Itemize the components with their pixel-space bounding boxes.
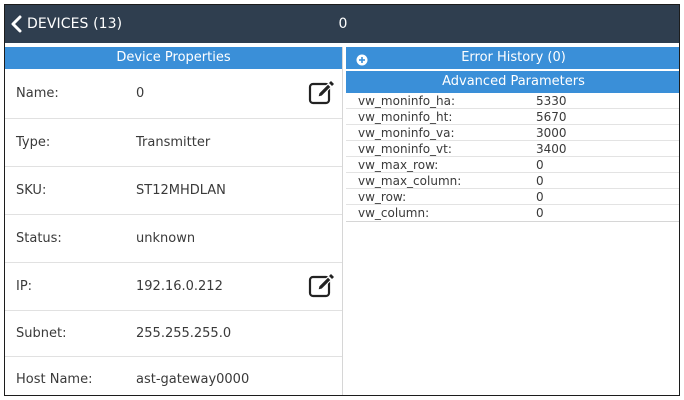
property-label: Host Name: [16,371,93,387]
param-value: 3000 [536,126,567,140]
property-row-name: Name: 0 [5,69,342,119]
back-to-devices-button[interactable]: DEVICES (13) [9,5,122,43]
error-history-label: Error History (0) [461,50,566,65]
property-value: unknown [136,231,196,246]
param-value: 0 [536,206,544,220]
param-name: vw_moninfo_vt: [358,142,452,156]
property-value: ast-gateway0000 [136,371,250,387]
plus-circle-icon [356,52,368,66]
param-row: vw_row: 0 [346,189,679,205]
param-row: vw_max_column: 0 [346,173,679,189]
property-value: 255.255.255.0 [136,326,232,341]
device-properties-panel: Device Properties Name: 0 Type: Transmit… [5,47,343,395]
property-row-ip: IP: 192.16.0.212 [5,263,342,311]
top-bar: DEVICES (13) 0 [5,5,679,43]
param-row: vw_moninfo_ht: 5670 [346,109,679,125]
property-value: 192.16.0.212 [136,279,223,294]
edit-icon[interactable] [308,80,334,106]
property-row-type: Type: Transmitter [5,119,342,167]
param-value: 5330 [536,94,567,108]
property-value: ST12MHDLAN [136,183,226,198]
property-label: SKU: [16,183,47,198]
advanced-parameters-header: Advanced Parameters [346,71,679,93]
edit-icon[interactable] [308,273,334,299]
property-value: 0 [136,86,145,101]
param-name: vw_moninfo_va: [358,126,455,140]
back-label: DEVICES (13) [27,16,123,32]
param-row: vw_moninfo_va: 3000 [346,125,679,141]
param-row: vw_max_row: 0 [346,157,679,173]
property-label: Name: [16,86,59,101]
property-label: Status: [16,231,62,246]
param-name: vw_moninfo_ht: [358,110,453,124]
param-value: 5670 [536,110,567,124]
property-value: Transmitter [136,135,211,150]
property-label: Subnet: [16,326,67,341]
property-row-subnet: Subnet: 255.255.255.0 [5,311,342,357]
param-name: vw_max_row: [358,158,439,172]
param-row: vw_moninfo_ha: 5330 [346,93,679,109]
param-value: 3400 [536,142,567,156]
advanced-parameters-list: vw_moninfo_ha: 5330 vw_moninfo_ht: 5670 … [346,93,679,222]
param-name: vw_max_column: [358,174,462,188]
device-properties-header: Device Properties [5,47,342,69]
property-row-sku: SKU: ST12MHDLAN [5,167,342,215]
param-name: vw_column: [358,206,430,220]
error-history-toggle[interactable]: Error History (0) [346,47,679,69]
param-value: 0 [536,190,544,204]
app-frame: DEVICES (13) 0 Device Properties Name: 0… [4,4,680,396]
param-value: 0 [536,174,544,188]
right-panel: Error History (0) Advanced Parameters vw… [346,47,679,395]
param-name: vw_row: [358,190,407,204]
param-value: 0 [536,158,544,172]
param-row: vw_moninfo_vt: 3400 [346,141,679,157]
param-row: vw_column: 0 [346,205,679,221]
property-label: Type: [16,135,51,150]
property-label: IP: [16,279,33,294]
param-name: vw_moninfo_ha: [358,94,456,108]
property-row-host-name: Host Name: ast-gateway0000 [5,357,342,395]
chevron-left-icon [9,15,23,33]
property-row-status: Status: unknown [5,215,342,263]
